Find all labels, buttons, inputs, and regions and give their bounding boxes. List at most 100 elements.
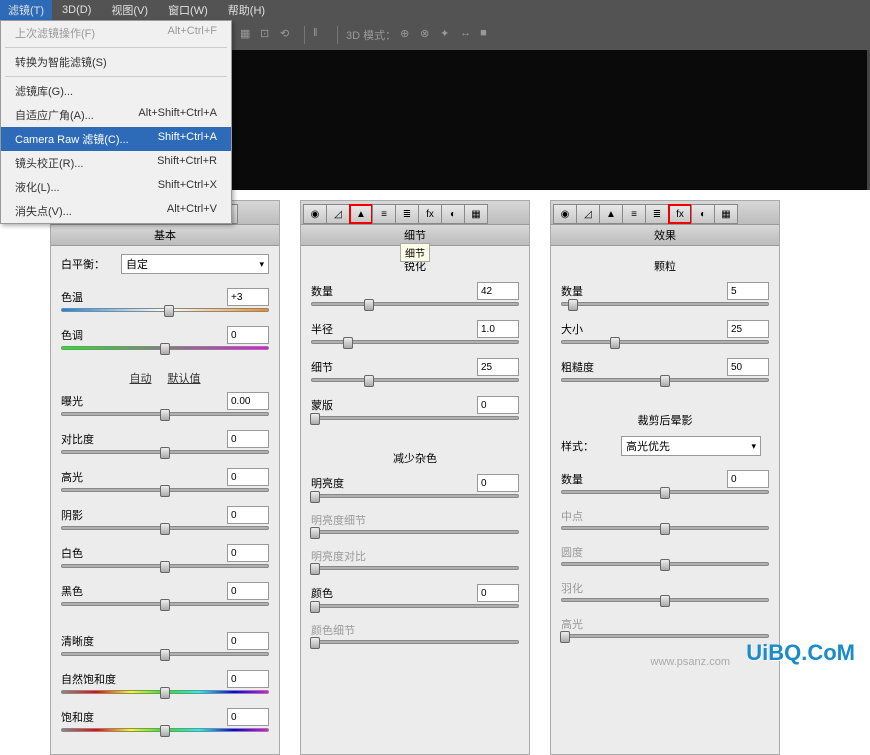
grain-size-label: 大小 [561, 321, 621, 337]
tb-icon[interactable]: ↔ [460, 27, 476, 43]
shadow-slider[interactable] [61, 526, 269, 536]
grain-size-slider[interactable] [561, 340, 769, 350]
tb-icon[interactable]: ▦ [240, 27, 256, 43]
tab-hsl[interactable]: ≡ [622, 204, 646, 224]
contrast-slider[interactable] [61, 450, 269, 460]
tab-hsl[interactable]: ≡ [372, 204, 396, 224]
vibrance-value[interactable]: 0 [227, 670, 269, 688]
tint-value[interactable]: 0 [227, 326, 269, 344]
black-value[interactable]: 0 [227, 582, 269, 600]
dd-liquify[interactable]: 液化(L)...Shift+Ctrl+X [1, 175, 231, 199]
tab-detail[interactable]: ▲ [349, 204, 373, 224]
grain-rough-slider[interactable] [561, 378, 769, 388]
detail-value[interactable]: 25 [477, 358, 519, 376]
mask-value[interactable]: 0 [477, 396, 519, 414]
shadow-label: 阴影 [61, 507, 121, 523]
tb-icon[interactable]: ⊗ [420, 27, 436, 43]
saturation-value[interactable]: 0 [227, 708, 269, 726]
tab-basic[interactable]: ◉ [303, 204, 327, 224]
tab-detail[interactable]: ▲ [599, 204, 623, 224]
color-value[interactable]: 0 [477, 584, 519, 602]
grain-rough-value[interactable]: 50 [727, 358, 769, 376]
color-slider[interactable] [311, 604, 519, 614]
tab-cal[interactable]: ◐ [691, 204, 715, 224]
menubar: 滤镜(T) 3D(D) 视图(V) 窗口(W) 帮助(H) [0, 0, 870, 20]
exposure-value[interactable]: 0.00 [227, 392, 269, 410]
exposure-slider[interactable] [61, 412, 269, 422]
black-slider[interactable] [61, 602, 269, 612]
mask-slider[interactable] [311, 416, 519, 426]
wb-label: 白平衡： [61, 256, 121, 272]
detail-slider[interactable] [311, 378, 519, 388]
menu-window[interactable]: 窗口(W) [158, 0, 218, 20]
white-value[interactable]: 0 [227, 544, 269, 562]
tab-preset[interactable]: ▦ [464, 204, 488, 224]
menu-filter[interactable]: 滤镜(T) [0, 0, 52, 20]
tab-cal[interactable]: ◐ [441, 204, 465, 224]
vig-amount-slider[interactable] [561, 490, 769, 500]
dd-vanishing-point[interactable]: 消失点(V)...Alt+Ctrl+V [1, 199, 231, 223]
dd-lens-correction[interactable]: 镜头校正(R)...Shift+Ctrl+R [1, 151, 231, 175]
luminance-slider[interactable] [311, 494, 519, 504]
tb-icon[interactable]: ✦ [440, 27, 456, 43]
menu-help[interactable]: 帮助(H) [218, 0, 275, 20]
tab-split[interactable]: ≣ [395, 204, 419, 224]
radius-slider[interactable] [311, 340, 519, 350]
grain-size-value[interactable]: 25 [727, 320, 769, 338]
amount-value[interactable]: 42 [477, 282, 519, 300]
highlight-value[interactable]: 0 [227, 468, 269, 486]
temp-value[interactable]: +3 [227, 288, 269, 306]
white-slider[interactable] [61, 564, 269, 574]
luminance-value[interactable]: 0 [477, 474, 519, 492]
color-detail-slider [311, 640, 519, 650]
tab-curve[interactable]: ◿ [326, 204, 350, 224]
grain-amount-slider[interactable] [561, 302, 769, 312]
radius-value[interactable]: 1.0 [477, 320, 519, 338]
dd-camera-raw[interactable]: Camera Raw 滤镜(C)...Shift+Ctrl+A [1, 127, 231, 151]
dd-filter-gallery[interactable]: 滤镜库(G)... [1, 79, 231, 103]
clarity-slider[interactable] [61, 652, 269, 662]
highlight-slider[interactable] [61, 488, 269, 498]
tab-fx[interactable]: fx [418, 204, 442, 224]
menu-view[interactable]: 视图(V) [101, 0, 158, 20]
tab-basic[interactable]: ◉ [553, 204, 577, 224]
dd-smart-filter[interactable]: 转换为智能滤镜(S) [1, 50, 231, 74]
auto-link[interactable]: 自动 [130, 373, 152, 385]
tb-icon[interactable]: ⟲ [280, 27, 296, 43]
feather-slider [561, 598, 769, 608]
dd-sep [5, 76, 227, 77]
dd-last-filter[interactable]: 上次滤镜操作(F)Alt+Ctrl+F [1, 21, 231, 45]
tab-preset[interactable]: ▦ [714, 204, 738, 224]
tab-fx[interactable]: fx [668, 204, 692, 224]
contrast-value[interactable]: 0 [227, 430, 269, 448]
url-watermark: www.psanz.com [651, 656, 730, 668]
grain-section: 颗粒 [561, 254, 769, 282]
panel-title: 效果 [551, 225, 779, 246]
shadow-value[interactable]: 0 [227, 506, 269, 524]
vig-amount-value[interactable]: 0 [727, 470, 769, 488]
tb-icon[interactable]: ⊡ [260, 27, 276, 43]
wb-select[interactable]: 自定▾ [121, 254, 269, 274]
lum-contrast-slider [311, 566, 519, 576]
vibrance-slider[interactable] [61, 690, 269, 700]
amount-slider[interactable] [311, 302, 519, 312]
tb-icon[interactable]: ⊕ [400, 27, 416, 43]
tab-split[interactable]: ≣ [645, 204, 669, 224]
white-label: 白色 [61, 545, 121, 561]
exposure-label: 曝光 [61, 393, 121, 409]
style-select[interactable]: 高光优先▾ [621, 436, 761, 456]
saturation-slider[interactable] [61, 728, 269, 738]
tint-label: 色调 [61, 327, 121, 343]
panel-title: 基本 [51, 225, 279, 246]
menu-3d[interactable]: 3D(D) [52, 0, 101, 20]
grain-amount-value[interactable]: 5 [727, 282, 769, 300]
tb-icon[interactable]: ■ [480, 27, 496, 43]
tint-slider[interactable] [61, 346, 269, 356]
tb-icon[interactable]: ‖ [313, 27, 329, 43]
clarity-value[interactable]: 0 [227, 632, 269, 650]
dd-adaptive-wide[interactable]: 自适应广角(A)...Alt+Shift+Ctrl+A [1, 103, 231, 127]
panel-title: 细节细节 [301, 225, 529, 246]
default-link[interactable]: 默认值 [168, 373, 201, 385]
tab-curve[interactable]: ◿ [576, 204, 600, 224]
temp-slider[interactable] [61, 308, 269, 318]
